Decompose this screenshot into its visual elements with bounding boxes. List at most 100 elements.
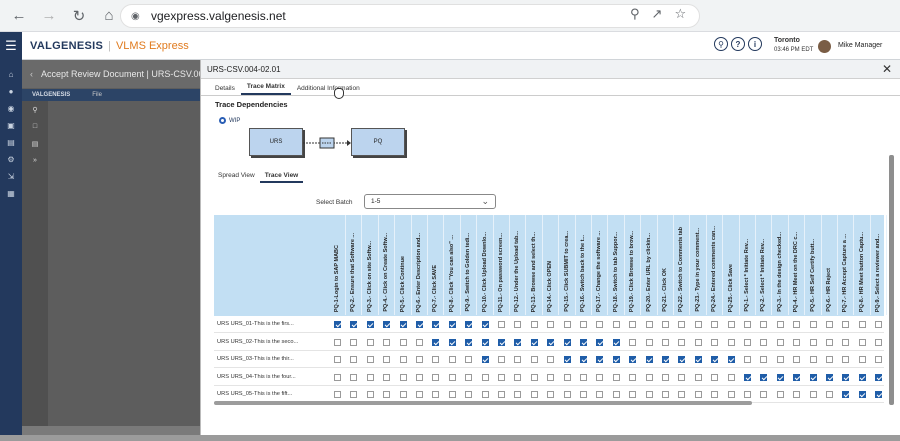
checkbox-unchecked[interactable] [776,356,784,363]
checkbox-checked[interactable] [366,321,374,328]
checkbox-unchecked[interactable] [694,338,702,346]
checkbox-checked[interactable] [383,321,391,328]
checkbox-checked[interactable] [448,321,456,328]
checkbox-checked[interactable] [596,356,604,363]
help-icon[interactable]: ? [731,37,745,51]
checkbox-unchecked[interactable] [547,321,555,328]
checkbox-unchecked[interactable] [662,373,669,381]
checkbox-unchecked[interactable] [612,321,620,328]
home-nav-icon[interactable]: ⌂ [0,66,22,83]
checkbox-checked[interactable] [596,338,604,346]
forward-arrow-icon[interactable]: → [38,5,60,27]
checkbox-unchecked[interactable] [858,356,866,363]
checkbox-checked[interactable] [842,373,850,381]
checkbox-unchecked[interactable] [481,391,489,398]
settings-nav-icon[interactable]: ⚙ [0,151,22,168]
checkbox-unchecked[interactable] [645,391,653,398]
checkbox-checked[interactable] [678,356,686,363]
checkbox-unchecked[interactable] [744,321,751,328]
checkbox-unchecked[interactable] [776,321,784,328]
checkbox-unchecked[interactable] [448,391,456,398]
checkbox-unchecked[interactable] [612,373,620,381]
comment-tool-icon[interactable]: □ [22,118,48,135]
checkbox-unchecked[interactable] [760,321,768,328]
checkbox-checked[interactable] [760,373,768,381]
checkbox-unchecked[interactable] [563,373,571,381]
checkbox-unchecked[interactable] [662,338,669,346]
tab-additional-information[interactable]: Additional Information [291,85,366,95]
checkbox-checked[interactable] [481,321,489,328]
checkbox-unchecked[interactable] [645,338,653,346]
checkbox-unchecked[interactable] [366,373,374,381]
checkbox-unchecked[interactable] [465,373,473,381]
share-icon[interactable]: ↗ [652,6,663,22]
users-nav-icon[interactable]: ● [0,83,22,100]
checkbox-unchecked[interactable] [350,391,358,398]
tab-details[interactable]: Details [209,85,241,95]
globe-nav-icon[interactable]: ◉ [0,100,22,117]
checkbox-unchecked[interactable] [334,338,341,346]
bookmark-star-icon[interactable]: ☆ [674,6,686,22]
checkbox-unchecked[interactable] [694,321,702,328]
checkbox-unchecked[interactable] [383,391,391,398]
viewer-file-menu[interactable]: File [92,92,102,98]
checkbox-checked[interactable] [530,338,538,346]
checkbox-checked[interactable] [711,356,719,363]
checkbox-unchecked[interactable] [662,391,669,398]
checkbox-unchecked[interactable] [629,338,637,346]
back-chevron-icon[interactable]: ‹ [30,69,33,79]
checkbox-unchecked[interactable] [793,321,801,328]
checkbox-unchecked[interactable] [580,391,587,398]
checkbox-unchecked[interactable] [448,356,456,363]
checkbox-unchecked[interactable] [563,391,571,398]
checkbox-unchecked[interactable] [760,338,768,346]
checkbox-unchecked[interactable] [678,338,686,346]
checkbox-unchecked[interactable] [711,321,719,328]
checkbox-unchecked[interactable] [416,338,423,346]
checkbox-checked[interactable] [612,356,620,363]
checkbox-checked[interactable] [563,356,571,363]
checkbox-unchecked[interactable] [744,356,751,363]
checkbox-checked[interactable] [399,321,407,328]
chat-tool-icon[interactable]: ▤ [22,135,48,152]
checkbox-checked[interactable] [875,373,883,381]
checkbox-unchecked[interactable] [465,356,473,363]
checkbox-unchecked[interactable] [350,356,358,363]
checkbox-unchecked[interactable] [678,321,686,328]
checkbox-unchecked[interactable] [416,391,423,398]
checkbox-checked[interactable] [629,356,637,363]
checkbox-unchecked[interactable] [530,356,538,363]
reload-icon[interactable]: ↻ [68,5,90,27]
vertical-scrollbar[interactable] [889,155,894,405]
checkbox-unchecked[interactable] [776,391,784,398]
checkbox-checked[interactable] [858,391,866,398]
checkbox-unchecked[interactable] [432,391,440,398]
checkbox-checked[interactable] [662,356,669,363]
avatar[interactable] [818,40,831,53]
diagram-node-urs[interactable]: URS [249,128,303,156]
checkbox-checked[interactable] [481,356,489,363]
checkbox-unchecked[interactable] [366,338,374,346]
checkbox-unchecked[interactable] [809,356,817,363]
checkbox-unchecked[interactable] [547,356,555,363]
checkbox-unchecked[interactable] [350,373,358,381]
checkbox-unchecked[interactable] [530,321,538,328]
checkbox-unchecked[interactable] [629,321,637,328]
checkbox-unchecked[interactable] [498,373,505,381]
horizontal-scrollbar[interactable] [214,401,752,405]
checkbox-unchecked[interactable] [383,373,391,381]
checkbox-unchecked[interactable] [416,373,423,381]
checkbox-unchecked[interactable] [793,338,801,346]
checkbox-unchecked[interactable] [448,373,456,381]
checkbox-unchecked[interactable] [760,356,768,363]
checkbox-unchecked[interactable] [858,338,866,346]
checkbox-unchecked[interactable] [858,321,866,328]
checkbox-unchecked[interactable] [629,391,637,398]
checkbox-unchecked[interactable] [334,391,341,398]
checkbox-unchecked[interactable] [383,356,391,363]
checkbox-unchecked[interactable] [678,391,686,398]
export-nav-icon[interactable]: ⇲ [0,168,22,185]
expand-tool-icon[interactable]: » [22,152,48,169]
checkbox-unchecked[interactable] [760,391,768,398]
checkbox-unchecked[interactable] [514,321,522,328]
